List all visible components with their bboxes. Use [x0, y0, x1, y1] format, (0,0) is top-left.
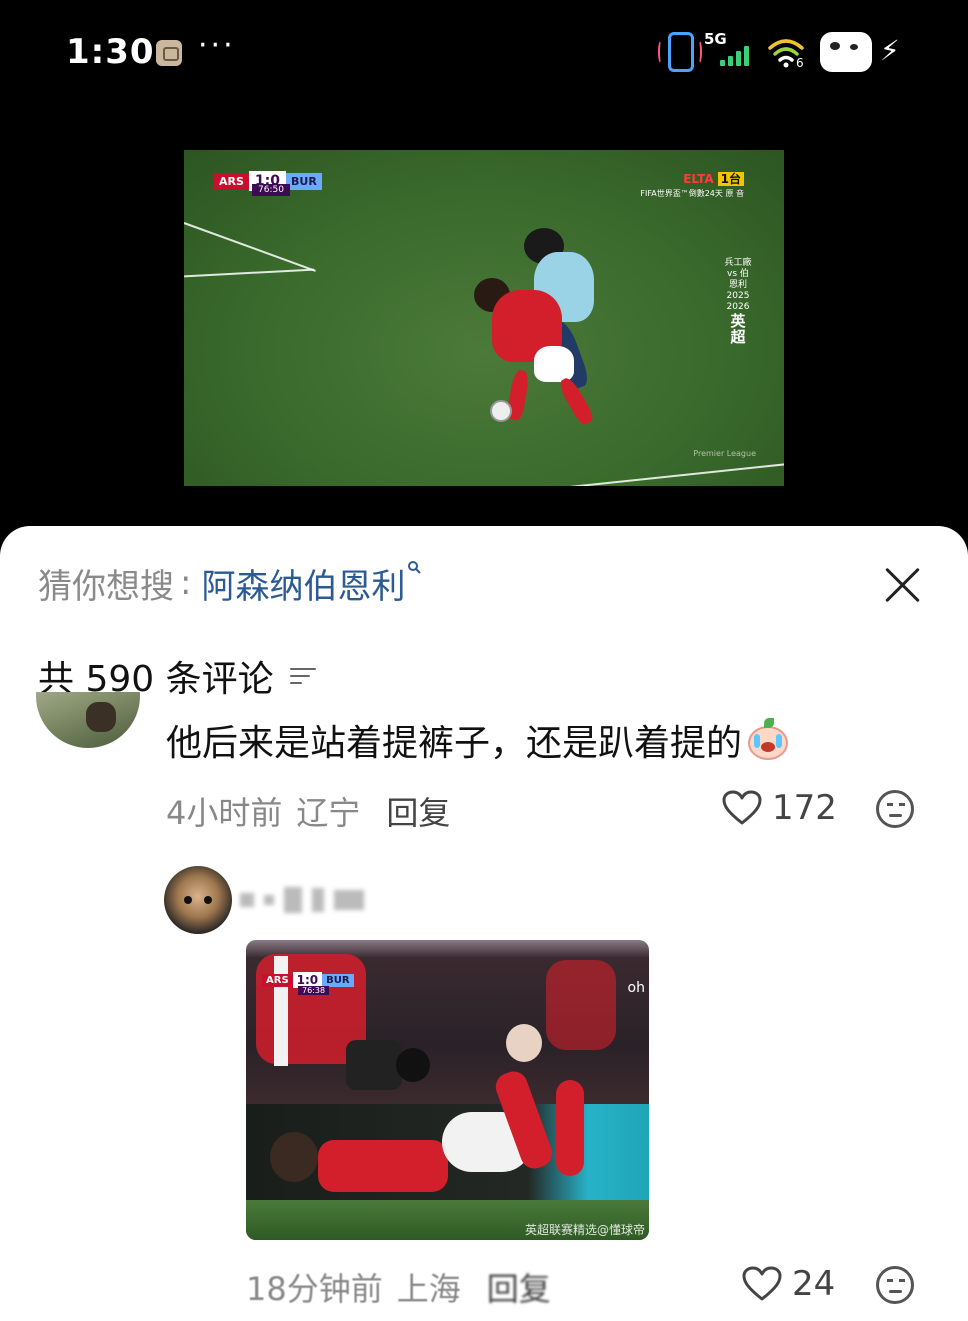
comment-location: 辽宁 [296, 794, 361, 832]
league-tag: 兵工廠 vs 伯恩利 2025 2026 英超 [724, 258, 752, 345]
suggestion-prefix: 猜你想搜 [38, 566, 174, 607]
video-frame[interactable]: ARS 1:0 BUR 76:50 ELTA 1台 FIFA世界盃™倒數24天 原… [184, 150, 784, 486]
comment-text: 他后来是站着提裤子，还是趴着提的 [166, 714, 790, 766]
cellular-signal-icon [720, 44, 754, 66]
like-button[interactable]: 24 [742, 1264, 835, 1304]
away-team: BUR [286, 172, 322, 190]
app-icon [156, 40, 182, 66]
suggestion-colon: : [180, 563, 192, 603]
heart-icon [722, 790, 762, 825]
image-caption: 英超联赛精选@懂球帝 [524, 1223, 645, 1237]
match-clock: 76:50 [252, 184, 290, 196]
home-team: ARS [214, 172, 249, 190]
dislike-icon[interactable] [876, 790, 914, 828]
watermark: Premier League [693, 449, 756, 458]
status-time: 1:30 [66, 32, 155, 72]
comment-time: 18分钟前 [246, 1270, 383, 1308]
phone-signal-icon [668, 32, 694, 72]
wifi-badge: 6 [796, 56, 804, 70]
more-icon: ··· [198, 28, 236, 63]
username-redacted [240, 882, 364, 918]
avatar[interactable] [36, 692, 140, 748]
like-button[interactable]: 172 [722, 788, 837, 828]
player-home-shorts [534, 346, 574, 382]
avatar[interactable] [164, 866, 232, 934]
phone-signal-icon [658, 40, 664, 64]
pitch-line [554, 462, 784, 486]
charging-bolt-icon: ⚡ [880, 34, 900, 67]
phone-signal-icon [696, 40, 702, 64]
camera-lens [396, 1048, 430, 1082]
pitch-line [184, 222, 316, 272]
comment-sheet: 猜你想搜 : 阿森纳伯恩利 共 590 条评论 他后来是站着提裤子，还是趴着提的… [0, 526, 968, 1321]
camera [346, 1040, 402, 1090]
league-fixture: 兵工廠 vs 伯恩利 [724, 258, 752, 290]
league-name: 英超 [730, 312, 746, 346]
status-bar: 1:30 ··· 5G 6 ⚡ [0, 0, 968, 110]
reply-button[interactable]: 回复 [487, 1264, 551, 1310]
like-count: 172 [772, 788, 837, 828]
football [490, 400, 512, 422]
video-player[interactable]: ARS 1:0 BUR 76:50 ELTA 1台 FIFA世界盃™倒數24天 原… [0, 110, 968, 526]
broadcaster-logo: ELTA 1台 [683, 170, 744, 187]
reply-button[interactable]: 回复 [386, 788, 450, 834]
battery-icon [820, 32, 872, 72]
dislike-icon[interactable] [876, 1266, 914, 1304]
suggestion-term[interactable]: 阿森纳伯恩利 [201, 559, 405, 608]
tv-logo: oh [627, 980, 645, 996]
like-count: 24 [792, 1264, 836, 1304]
search-suggestion[interactable]: 猜你想搜 : 阿森纳伯恩利 [38, 558, 423, 608]
comment-location: 上海 [396, 1270, 461, 1308]
heart-icon [742, 1266, 782, 1301]
comment-meta: 18分钟前 上海 回复 [246, 1264, 551, 1310]
sort-icon[interactable] [289, 666, 316, 686]
match-clock: 76:38 [298, 986, 330, 995]
comment-time: 4小时前 [166, 794, 283, 832]
comment-image[interactable]: ARS 1:0 BUR 76:38 oh 英超联赛精选@懂球帝 [246, 940, 649, 1240]
broadcaster-subtitle: FIFA世界盃™倒數24天 原 音 [640, 189, 744, 198]
player-head [270, 1132, 318, 1182]
pitch-line [184, 268, 314, 278]
comment-meta: 4小时前 辽宁 回复 [166, 788, 450, 834]
crying-emoji-icon [746, 718, 790, 762]
league-season: 2025 2026 [726, 291, 750, 312]
close-icon[interactable] [882, 564, 922, 604]
search-icon [407, 560, 423, 580]
